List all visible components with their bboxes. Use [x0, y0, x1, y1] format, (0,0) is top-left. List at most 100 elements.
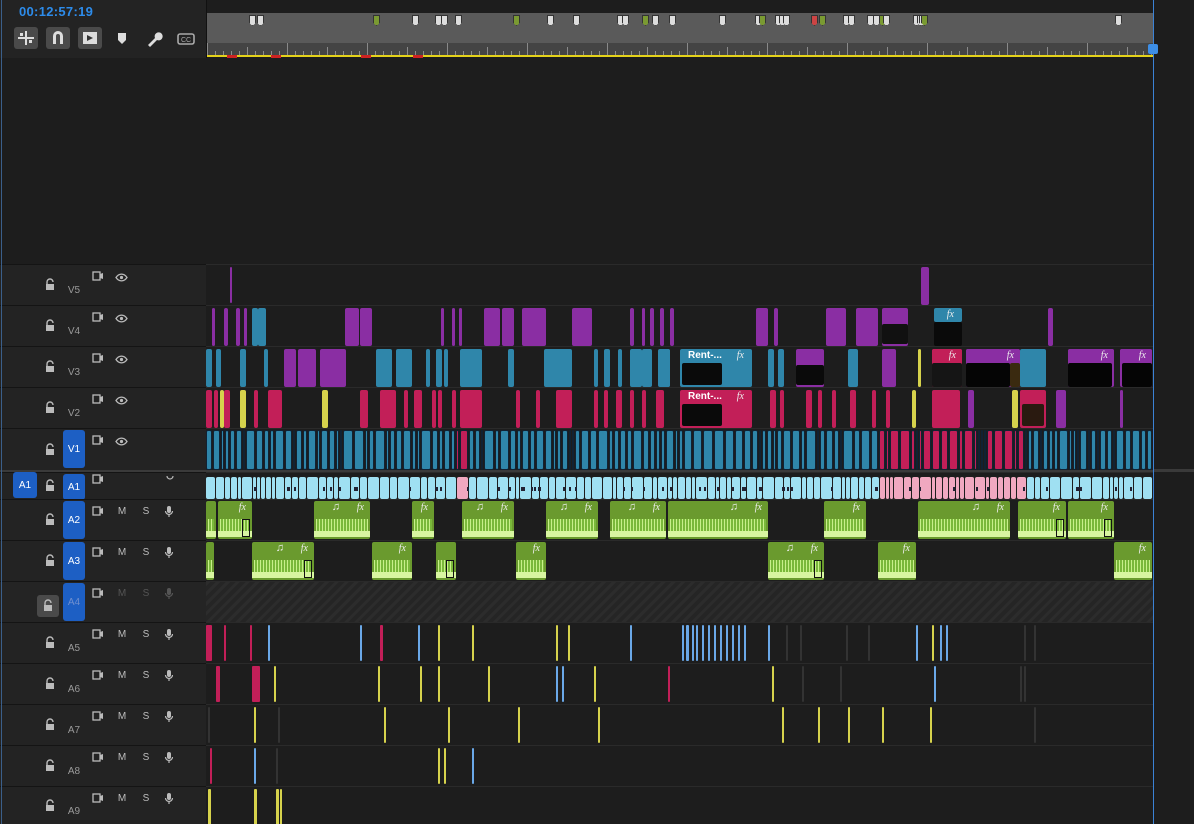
clip[interactable]	[960, 477, 964, 499]
clip[interactable]	[572, 308, 592, 346]
add-marker-button[interactable]	[110, 27, 134, 49]
clip[interactable]	[460, 430, 468, 470]
clip[interactable]	[834, 430, 839, 470]
clip[interactable]	[806, 430, 816, 470]
clip[interactable]	[921, 267, 929, 305]
sync-lock-toggle-v1[interactable]	[91, 434, 105, 446]
clip[interactable]: fx	[372, 542, 412, 580]
clip[interactable]	[240, 349, 246, 387]
ruler-ticks[interactable]	[207, 43, 1154, 55]
clip[interactable]	[1033, 430, 1039, 470]
audio-clip[interactable]	[594, 666, 596, 702]
solo-button-a5[interactable]: S	[140, 628, 152, 640]
clip[interactable]	[469, 430, 474, 470]
audio-clip[interactable]	[848, 707, 850, 743]
insert-overwrite-button[interactable]	[14, 27, 38, 49]
lock-toggle-a6[interactable]	[43, 677, 57, 691]
clip[interactable]	[984, 430, 986, 470]
clip[interactable]	[934, 322, 962, 346]
voiceover-record-a3[interactable]	[162, 545, 176, 559]
clip[interactable]	[206, 477, 215, 499]
clip[interactable]	[932, 363, 962, 387]
clip[interactable]	[214, 390, 218, 428]
track-label-a9[interactable]: A9	[63, 800, 85, 822]
track-lane-v3[interactable]: Rent-... fx fx fx fx fx	[206, 346, 1154, 387]
clip[interactable]	[911, 430, 915, 470]
visibility-toggle-v4[interactable]	[114, 312, 128, 324]
clip[interactable]	[932, 390, 960, 428]
clip[interactable]	[620, 430, 626, 470]
audio-clip[interactable]	[1020, 666, 1022, 702]
clip[interactable]	[221, 430, 224, 470]
clip[interactable]: fx	[932, 349, 962, 363]
audio-clip[interactable]	[726, 625, 728, 661]
clip[interactable]	[604, 349, 610, 387]
clip[interactable]	[1110, 477, 1113, 499]
clip[interactable]	[444, 430, 450, 470]
sync-lock-toggle-a5[interactable]	[91, 628, 105, 640]
audio-clip[interactable]	[708, 625, 710, 661]
clip[interactable]	[581, 430, 589, 470]
clip[interactable]	[832, 390, 836, 428]
clip[interactable]	[806, 390, 812, 428]
clip[interactable]	[886, 390, 890, 428]
clip[interactable]	[1004, 477, 1010, 499]
audio-clip[interactable]	[444, 748, 446, 784]
clip[interactable]	[508, 349, 514, 387]
audio-clip[interactable]	[276, 748, 278, 784]
clip[interactable]	[848, 349, 858, 387]
clip[interactable]	[553, 430, 556, 470]
clip[interactable]	[735, 430, 743, 470]
mute-button-a4[interactable]: M	[116, 587, 128, 599]
sync-lock-toggle-a2[interactable]	[91, 505, 105, 517]
clip[interactable]	[484, 308, 500, 346]
clip[interactable]	[682, 404, 722, 426]
clip[interactable]	[1134, 477, 1142, 499]
clip[interactable]	[562, 430, 568, 470]
audio-clip[interactable]	[224, 625, 226, 661]
clip[interactable]	[859, 477, 864, 499]
lock-toggle-v1[interactable]	[43, 442, 57, 456]
clip[interactable]	[820, 430, 825, 470]
clip[interactable]	[268, 390, 282, 428]
audio-clip[interactable]	[818, 707, 820, 743]
clip[interactable]	[317, 430, 320, 470]
clip[interactable]	[264, 430, 269, 470]
clip[interactable]	[814, 477, 820, 499]
clip[interactable]	[965, 477, 974, 499]
marker[interactable]	[873, 15, 880, 26]
clip[interactable]	[256, 430, 263, 470]
visibility-toggle-v2[interactable]	[114, 394, 128, 406]
audio-clip[interactable]	[206, 625, 212, 661]
clip[interactable]	[365, 430, 368, 470]
clip[interactable]	[768, 349, 774, 387]
audio-clip[interactable]	[696, 625, 698, 661]
clip[interactable]	[714, 430, 724, 470]
marker-strip[interactable]	[207, 13, 1154, 43]
clip[interactable]	[293, 430, 295, 470]
clip[interactable]	[1049, 430, 1053, 470]
clip[interactable]	[1054, 430, 1058, 470]
clip[interactable]	[642, 349, 652, 387]
track-label-a2[interactable]: A2	[63, 501, 85, 539]
clip[interactable]	[966, 363, 1010, 387]
clip[interactable]	[894, 477, 903, 499]
clip[interactable]	[426, 349, 430, 387]
marker[interactable]	[573, 15, 580, 26]
track-label-v5[interactable]: V5	[63, 280, 85, 302]
sync-lock-toggle-a4[interactable]	[91, 587, 105, 599]
audio-clip[interactable]	[946, 625, 948, 661]
lock-toggle-a3[interactable]	[43, 554, 57, 568]
clip[interactable]	[481, 430, 483, 470]
clip[interactable]: fx ♫	[918, 501, 1010, 539]
clip[interactable]	[1056, 390, 1066, 428]
clip[interactable]	[978, 430, 980, 470]
clip[interactable]	[644, 477, 652, 499]
clip[interactable]	[613, 477, 616, 499]
clip[interactable]	[990, 477, 997, 499]
sync-lock-toggle-a7[interactable]	[91, 710, 105, 722]
audio-clip[interactable]	[378, 666, 380, 702]
playhead-timecode[interactable]: 00:12:57:19	[19, 4, 93, 19]
lock-toggle-a2[interactable]	[43, 513, 57, 527]
clip[interactable]	[536, 390, 540, 428]
